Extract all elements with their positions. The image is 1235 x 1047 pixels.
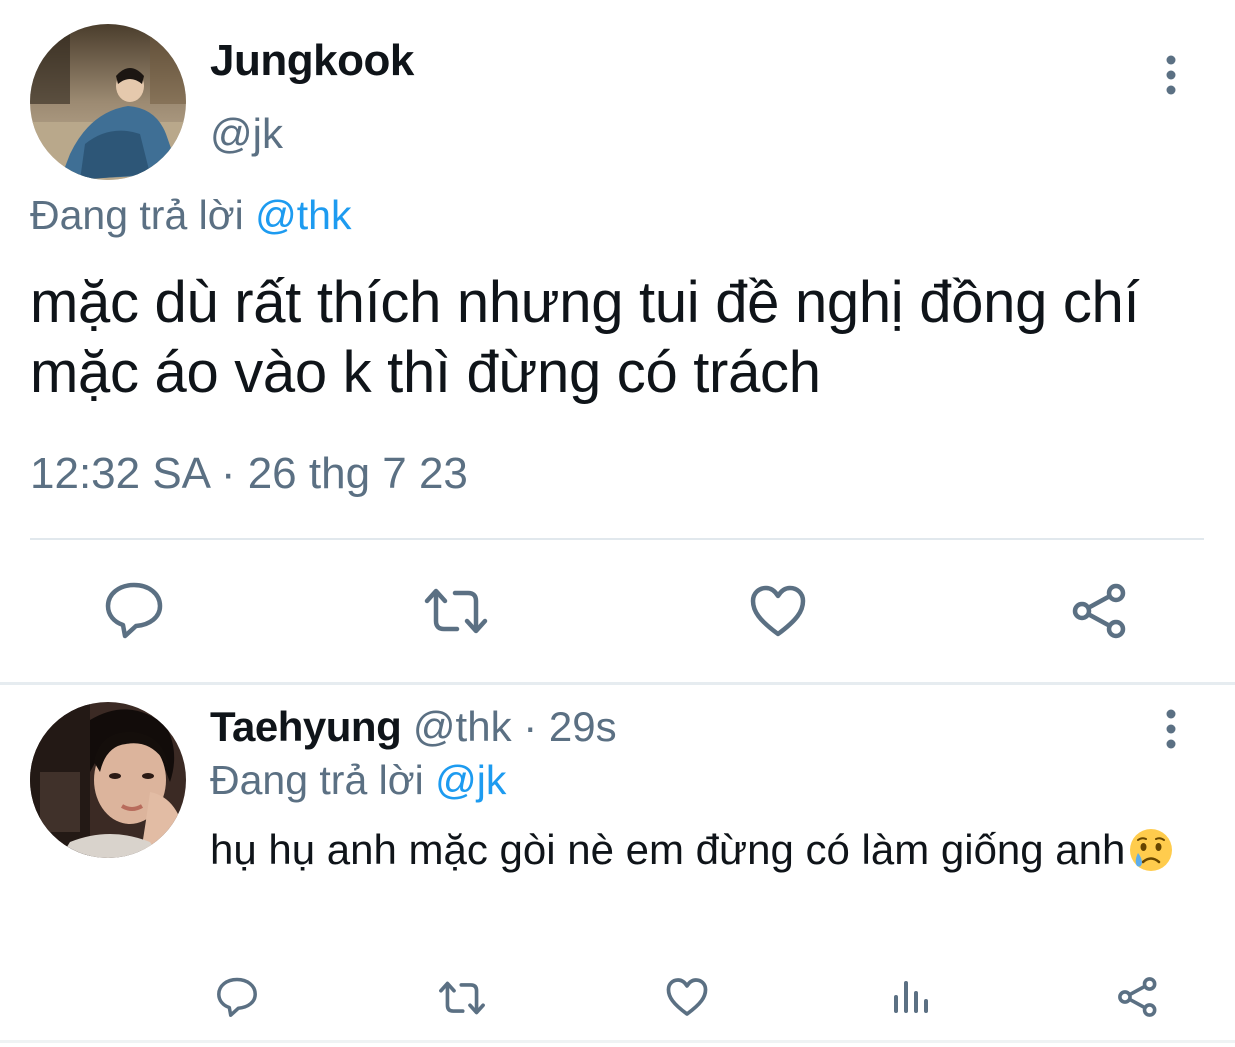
retweet-button[interactable] [423, 587, 489, 635]
reply-button[interactable] [104, 581, 164, 639]
reply-time-ago[interactable]: 29s [549, 703, 617, 750]
replying-to-handle[interactable]: @thk [255, 192, 351, 238]
bottom-divider [0, 1040, 1235, 1043]
reply-author-handle[interactable]: @thk [413, 703, 512, 750]
reply-author-name[interactable]: Taehyung [210, 703, 402, 750]
tweet-separator [0, 682, 1235, 685]
like-button[interactable] [749, 584, 807, 638]
reply-button[interactable] [216, 976, 258, 1018]
replying-prefix: Đang trả lời [210, 757, 424, 803]
more-options-icon[interactable] [1163, 55, 1179, 95]
reply-text-body: hụ hụ anh mặc gòi nè em đừng có làm giốn… [210, 826, 1126, 873]
reply-icon [105, 582, 163, 639]
reply-author-avatar[interactable] [30, 702, 186, 858]
reply-replying-to-line: Đang trả lời @jk [210, 757, 506, 804]
share-icon [1118, 977, 1157, 1017]
analytics-button[interactable] [892, 977, 932, 1017]
replying-to-line: Đang trả lời @thk [30, 192, 351, 239]
more-options-icon[interactable] [1163, 709, 1179, 749]
replying-prefix: Đang trả lời [30, 192, 244, 238]
crying-face-emoji-icon [1127, 826, 1175, 874]
reply-header: Taehyung @thk · 29s [210, 703, 617, 751]
author-name[interactable]: Jungkook [210, 36, 414, 86]
like-icon [750, 585, 806, 637]
retweet-icon [424, 588, 488, 634]
author-avatar[interactable] [30, 24, 186, 180]
reply-tweet-text: hụ hụ anh mặc gòi nè em đừng có làm giốn… [210, 822, 1190, 878]
share-icon [1072, 583, 1126, 639]
replying-to-handle[interactable]: @jk [435, 757, 506, 803]
like-icon [666, 978, 708, 1016]
author-handle[interactable]: @jk [210, 110, 283, 158]
divider [30, 538, 1204, 540]
retweet-icon [439, 981, 485, 1015]
reply-icon [217, 977, 257, 1017]
tweet-timestamp[interactable]: 12:32 SA · 26 thg 7 23 [30, 449, 468, 499]
header-separator: · [523, 703, 538, 750]
tweet-text: mặc dù rất thích nhưng tui đề nghị đồng … [30, 270, 1140, 405]
retweet-button[interactable] [438, 980, 486, 1016]
share-button[interactable] [1116, 976, 1160, 1018]
share-button[interactable] [1070, 582, 1130, 640]
like-button[interactable] [665, 977, 709, 1017]
analytics-icon [894, 981, 928, 1013]
